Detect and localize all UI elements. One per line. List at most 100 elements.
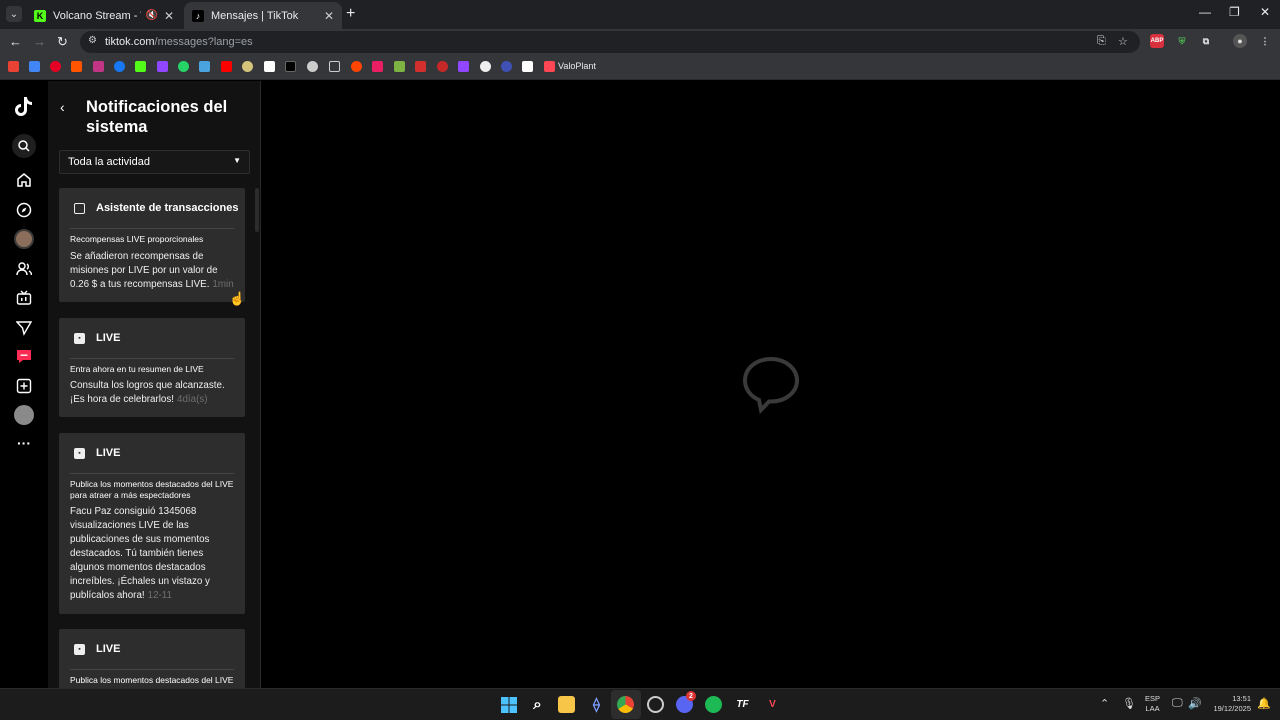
bookmark-star-icon[interactable]: ☆ <box>1118 35 1128 48</box>
activity-filter-dropdown[interactable]: Toda la actividad ▼ <box>59 150 250 174</box>
microphone-icon[interactable]: 🎙 <box>1122 697 1136 710</box>
divider <box>70 228 234 229</box>
bookmark-icon[interactable] <box>242 61 253 72</box>
site-info-icon[interactable]: ⚙ <box>88 35 100 47</box>
profile-icon[interactable] <box>14 405 34 425</box>
live-tv-icon: ▪ <box>74 333 85 344</box>
notification-card-transactions[interactable]: Asistente de transacciones Recompensas L… <box>59 188 245 302</box>
minimize-icon[interactable]: — <box>1199 5 1211 19</box>
x-bookmark-icon[interactable] <box>264 61 275 72</box>
search-icon[interactable] <box>12 134 36 158</box>
new-tab-button[interactable]: + <box>346 5 355 23</box>
search-icon[interactable]: ⌕ <box>529 696 546 713</box>
notification-center-icon[interactable]: 🔔 <box>1257 697 1271 710</box>
bookmark-icon[interactable] <box>71 61 82 72</box>
card-body: Facu Paz consiguió 1345068 visualizacion… <box>70 506 210 601</box>
back-arrow-icon[interactable]: ‹ <box>60 99 65 115</box>
app-icon[interactable]: ⟠ <box>588 696 605 713</box>
clock[interactable]: 13:51 19/12/2025 <box>1207 694 1251 714</box>
reload-icon[interactable]: ↻ <box>57 34 68 50</box>
following-icon[interactable] <box>14 259 34 279</box>
speaker-muted-icon[interactable]: 🔇 <box>145 10 157 21</box>
adblock-icon[interactable]: ABP <box>1150 34 1164 48</box>
live-icon[interactable] <box>14 288 34 308</box>
whatsapp-bookmark-icon[interactable] <box>178 61 189 72</box>
tiktok-nav-sidebar: ··· <box>0 81 48 688</box>
send-icon[interactable] <box>14 318 34 338</box>
app-icon[interactable] <box>647 696 664 713</box>
notification-card-live-summary[interactable]: ▪ LIVE Entra ahora en tu resumen de LIVE… <box>59 318 245 417</box>
close-window-icon[interactable]: ✕ <box>1260 5 1270 19</box>
install-app-icon[interactable]: ⎘ <box>1097 35 1106 48</box>
file-explorer-icon[interactable] <box>558 696 575 713</box>
notification-card-live-highlights-2[interactable]: ▪ LIVE Publica los momentos destacados d… <box>59 629 245 688</box>
bookmark-icon[interactable] <box>199 61 210 72</box>
valorant-icon[interactable]: V <box>764 696 781 713</box>
shield-icon[interactable]: ⛨ <box>1175 34 1189 48</box>
card-header: ▪ LIVE <box>59 318 245 360</box>
back-icon[interactable]: ← <box>9 34 22 49</box>
notification-card-live-highlights[interactable]: ▪ LIVE Publica los momentos destacados d… <box>59 433 245 614</box>
folder-bookmark-icon[interactable] <box>329 61 340 72</box>
tray-overflow-icon[interactable]: ⌃ <box>1100 697 1109 710</box>
facebook-bookmark-icon[interactable] <box>114 61 125 72</box>
twitch-bookmark-icon[interactable] <box>157 61 168 72</box>
explore-icon[interactable] <box>14 200 34 220</box>
address-bar[interactable]: ⚙ tiktok.com/messages?lang=es ⎘ ☆ <box>80 31 1140 53</box>
upload-icon[interactable] <box>14 376 34 396</box>
outlook-bookmark-icon[interactable] <box>29 61 40 72</box>
chatgpt-bookmark-icon[interactable] <box>307 61 318 72</box>
bookmark-icon[interactable] <box>372 61 383 72</box>
tiktok-logo-icon[interactable] <box>14 97 34 117</box>
gmail-bookmark-icon[interactable] <box>8 61 19 72</box>
extensions-icon[interactable]: ⧉ <box>1199 34 1213 48</box>
profile-avatar-icon[interactable]: ● <box>1233 34 1247 48</box>
discord-icon[interactable]: 2 <box>676 691 696 713</box>
spotify-icon[interactable] <box>705 696 722 713</box>
tab-search-button[interactable]: ⌄ <box>6 6 22 22</box>
panel-scrollbar[interactable] <box>255 188 259 232</box>
pinterest-bookmark-icon[interactable] <box>50 61 61 72</box>
close-tab-icon[interactable]: ✕ <box>324 9 334 23</box>
notifications-panel: ‹ Notificaciones del sistema Toda la act… <box>48 81 261 688</box>
app-icon[interactable]: TF <box>734 696 751 713</box>
bookmark-icon[interactable] <box>415 61 426 72</box>
tab-volcano-stream[interactable]: K Volcano Stream - Watch Li 🔇 ✕ <box>26 2 182 29</box>
caret-down-icon: ▼ <box>233 156 241 165</box>
tiktok-bookmark-icon[interactable] <box>285 61 296 72</box>
bookmark-icon[interactable] <box>501 61 512 72</box>
card-subtitle: Publica los momentos destacados del LIVE… <box>70 479 234 500</box>
bookmark-icon[interactable] <box>394 61 405 72</box>
restore-icon[interactable]: ❐ <box>1229 5 1240 19</box>
bookmark-icon[interactable] <box>480 61 491 72</box>
volume-icon[interactable]: 🔊 <box>1188 697 1202 710</box>
close-tab-icon[interactable]: ✕ <box>164 9 174 23</box>
notion-bookmark-icon[interactable] <box>522 61 533 72</box>
messages-icon[interactable] <box>14 347 34 367</box>
windows-start-icon[interactable] <box>500 696 517 713</box>
bookmark-icon[interactable] <box>437 61 448 72</box>
menu-kebab-icon[interactable]: ⋮ <box>1258 34 1272 48</box>
tab-tiktok-messages[interactable]: ♪ Mensajes | TikTok ✕ <box>184 2 342 29</box>
kick-bookmark-icon[interactable] <box>135 61 146 72</box>
network-icon[interactable]: 🖵 <box>1172 697 1183 710</box>
instagram-bookmark-icon[interactable] <box>93 61 104 72</box>
forward-icon[interactable]: → <box>33 34 46 49</box>
bookmark-icon[interactable] <box>351 61 362 72</box>
home-icon[interactable] <box>14 170 34 190</box>
card-subtitle: Recompensas LIVE proporcionales <box>70 234 204 244</box>
avatar-icon[interactable] <box>14 229 34 249</box>
bookmarks-bar: ValoPlant <box>0 55 1280 80</box>
valoplant-bookmark-icon[interactable] <box>544 61 555 72</box>
card-title: LIVE <box>96 447 121 459</box>
youtube-bookmark-icon[interactable] <box>221 61 232 72</box>
bookmark-label[interactable]: ValoPlant <box>558 61 596 71</box>
divider <box>70 473 234 474</box>
twitch-bookmark-icon[interactable] <box>458 61 469 72</box>
url-text[interactable]: tiktok.com/messages?lang=es <box>105 36 253 48</box>
more-icon[interactable]: ··· <box>14 433 34 453</box>
language-indicator[interactable]: ESP LAA <box>1145 694 1160 714</box>
browser-toolbar: ← → ↻ ⚙ tiktok.com/messages?lang=es ⎘ ☆ … <box>0 29 1280 55</box>
chrome-icon[interactable] <box>617 696 634 713</box>
windows-taskbar: ⌕ ⟠ 2 TF V ⌃ 🎙 ESP LAA 🖵 🔊 13:51 19/12/202… <box>0 688 1280 720</box>
